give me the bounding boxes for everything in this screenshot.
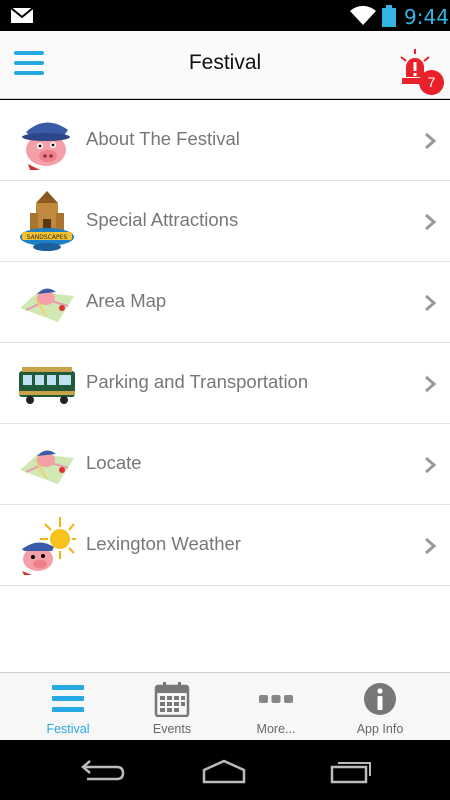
status-bar: 9:44 [0,0,450,31]
battery-icon [382,5,396,27]
tab-events[interactable]: Events [120,673,224,741]
sandscapes-castle-icon: SANDSCAPES [20,191,74,251]
tab-label: More... [256,722,296,736]
tab-label: Festival [46,722,90,736]
list-item-label: About The Festival [86,128,240,149]
recent-apps-icon[interactable] [328,758,376,784]
chevron-right-icon [425,213,436,231]
list-item-label: Locate [86,452,142,473]
list-item-about-festival[interactable]: About The Festival [0,100,450,181]
list-item-area-map[interactable]: Area Map [0,262,450,343]
list-item-label: Parking and Transportation [86,371,309,392]
home-icon[interactable] [200,758,248,784]
chevron-right-icon [425,537,436,555]
chevron-right-icon [425,375,436,393]
bottom-tab-bar: Festival Events More... App Info [0,672,450,740]
pig-map-icon [20,450,74,484]
pig-map-icon [20,288,74,322]
more-dots-icon [259,695,293,703]
list-item-label: Special Attractions [86,209,239,230]
mail-icon [11,8,33,23]
tab-more[interactable]: More... [224,673,328,741]
tab-label: Events [152,722,192,736]
tab-label: App Info [356,722,404,736]
chevron-right-icon [425,294,436,312]
chevron-right-icon [425,132,436,150]
list-item-lexington-weather[interactable]: Lexington Weather [0,505,450,586]
svg-text:SANDSCAPES: SANDSCAPES [27,234,68,241]
list-item-parking-transportation[interactable]: Parking and Transportation [0,343,450,424]
list-item-locate[interactable]: Locate [0,424,450,505]
festival-menu-list: About The Festival SANDSCAPES Special At… [0,100,450,672]
alert-count-badge: 7 [419,70,444,95]
tab-app-info[interactable]: App Info [328,673,432,741]
list-item-label: Area Map [86,290,167,311]
app-header: Festival 7 [0,31,450,99]
list-item-label: Lexington Weather [86,533,241,554]
wifi-icon [350,5,376,25]
list-item-special-attractions[interactable]: SANDSCAPES Special Attractions [0,181,450,262]
pig-sun-icon [22,517,76,575]
list-icon [52,685,84,712]
page-title: Festival [188,51,262,74]
system-nav-bar [0,740,450,800]
trolley-icon [19,367,75,404]
back-icon[interactable] [77,758,125,784]
info-icon [364,683,396,715]
status-time: 9:44 [404,5,449,29]
chevron-right-icon [425,456,436,474]
calendar-icon [154,682,190,717]
pig-mascot-icon [22,122,70,170]
tab-festival[interactable]: Festival [16,673,120,741]
